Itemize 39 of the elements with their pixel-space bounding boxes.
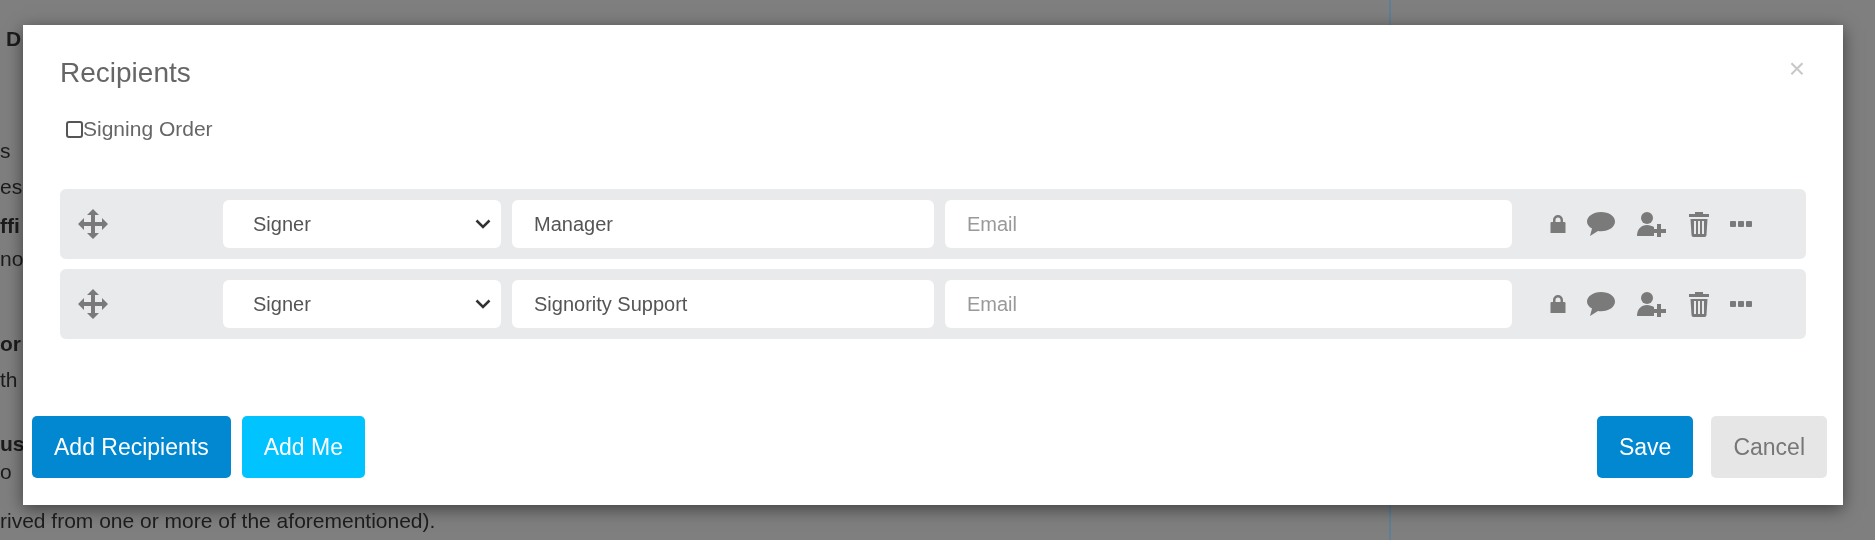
- name-input[interactable]: Manager: [512, 200, 934, 248]
- drag-handle-icon[interactable]: [78, 209, 108, 239]
- action-button[interactable]: Add Recipients: [32, 416, 231, 478]
- page-text: rived from one or more of the aforementioned).: [0, 508, 436, 534]
- action-button[interactable]: Add Me: [241, 416, 365, 478]
- page-text: us: [0, 431, 23, 457]
- more-icon[interactable]: [1730, 301, 1752, 307]
- email-input[interactable]: Email: [945, 200, 1512, 248]
- more-icon[interactable]: [1730, 221, 1752, 227]
- role-value: Signer: [253, 292, 311, 317]
- page-text: no: [0, 246, 23, 272]
- email-input[interactable]: Email: [945, 280, 1512, 328]
- chevron-down-icon: [475, 299, 491, 309]
- signing-order-checkbox[interactable]: [66, 120, 83, 138]
- add-user-icon[interactable]: [1636, 291, 1668, 317]
- page-text: o: [0, 459, 12, 485]
- page-text: s: [0, 138, 11, 164]
- role-dropdown[interactable]: Signer: [223, 200, 501, 248]
- page-text: th: [0, 367, 18, 393]
- dialog-title: Recipients: [60, 56, 191, 90]
- add-user-icon[interactable]: [1636, 211, 1668, 237]
- page-text: ffi: [0, 213, 20, 239]
- page-text: or: [0, 331, 21, 357]
- role-dropdown[interactable]: Signer: [223, 280, 501, 328]
- page-text: D: [6, 26, 22, 52]
- trash-icon[interactable]: [1688, 291, 1710, 317]
- lock-icon[interactable]: [1550, 214, 1566, 234]
- action-button[interactable]: Cancel: [1711, 416, 1827, 478]
- lock-icon[interactable]: [1550, 294, 1566, 314]
- chevron-down-icon: [475, 219, 491, 229]
- page-text: es: [0, 174, 23, 200]
- signing-order-label: Signing Order: [83, 116, 213, 143]
- trash-icon[interactable]: [1688, 211, 1710, 237]
- role-value: Signer: [253, 212, 311, 237]
- speech-bubble-icon[interactable]: [1586, 211, 1616, 237]
- action-button[interactable]: Save: [1596, 416, 1694, 478]
- speech-bubble-icon[interactable]: [1586, 291, 1616, 317]
- drag-handle-icon[interactable]: [78, 289, 108, 319]
- name-input[interactable]: Signority Support: [512, 280, 934, 328]
